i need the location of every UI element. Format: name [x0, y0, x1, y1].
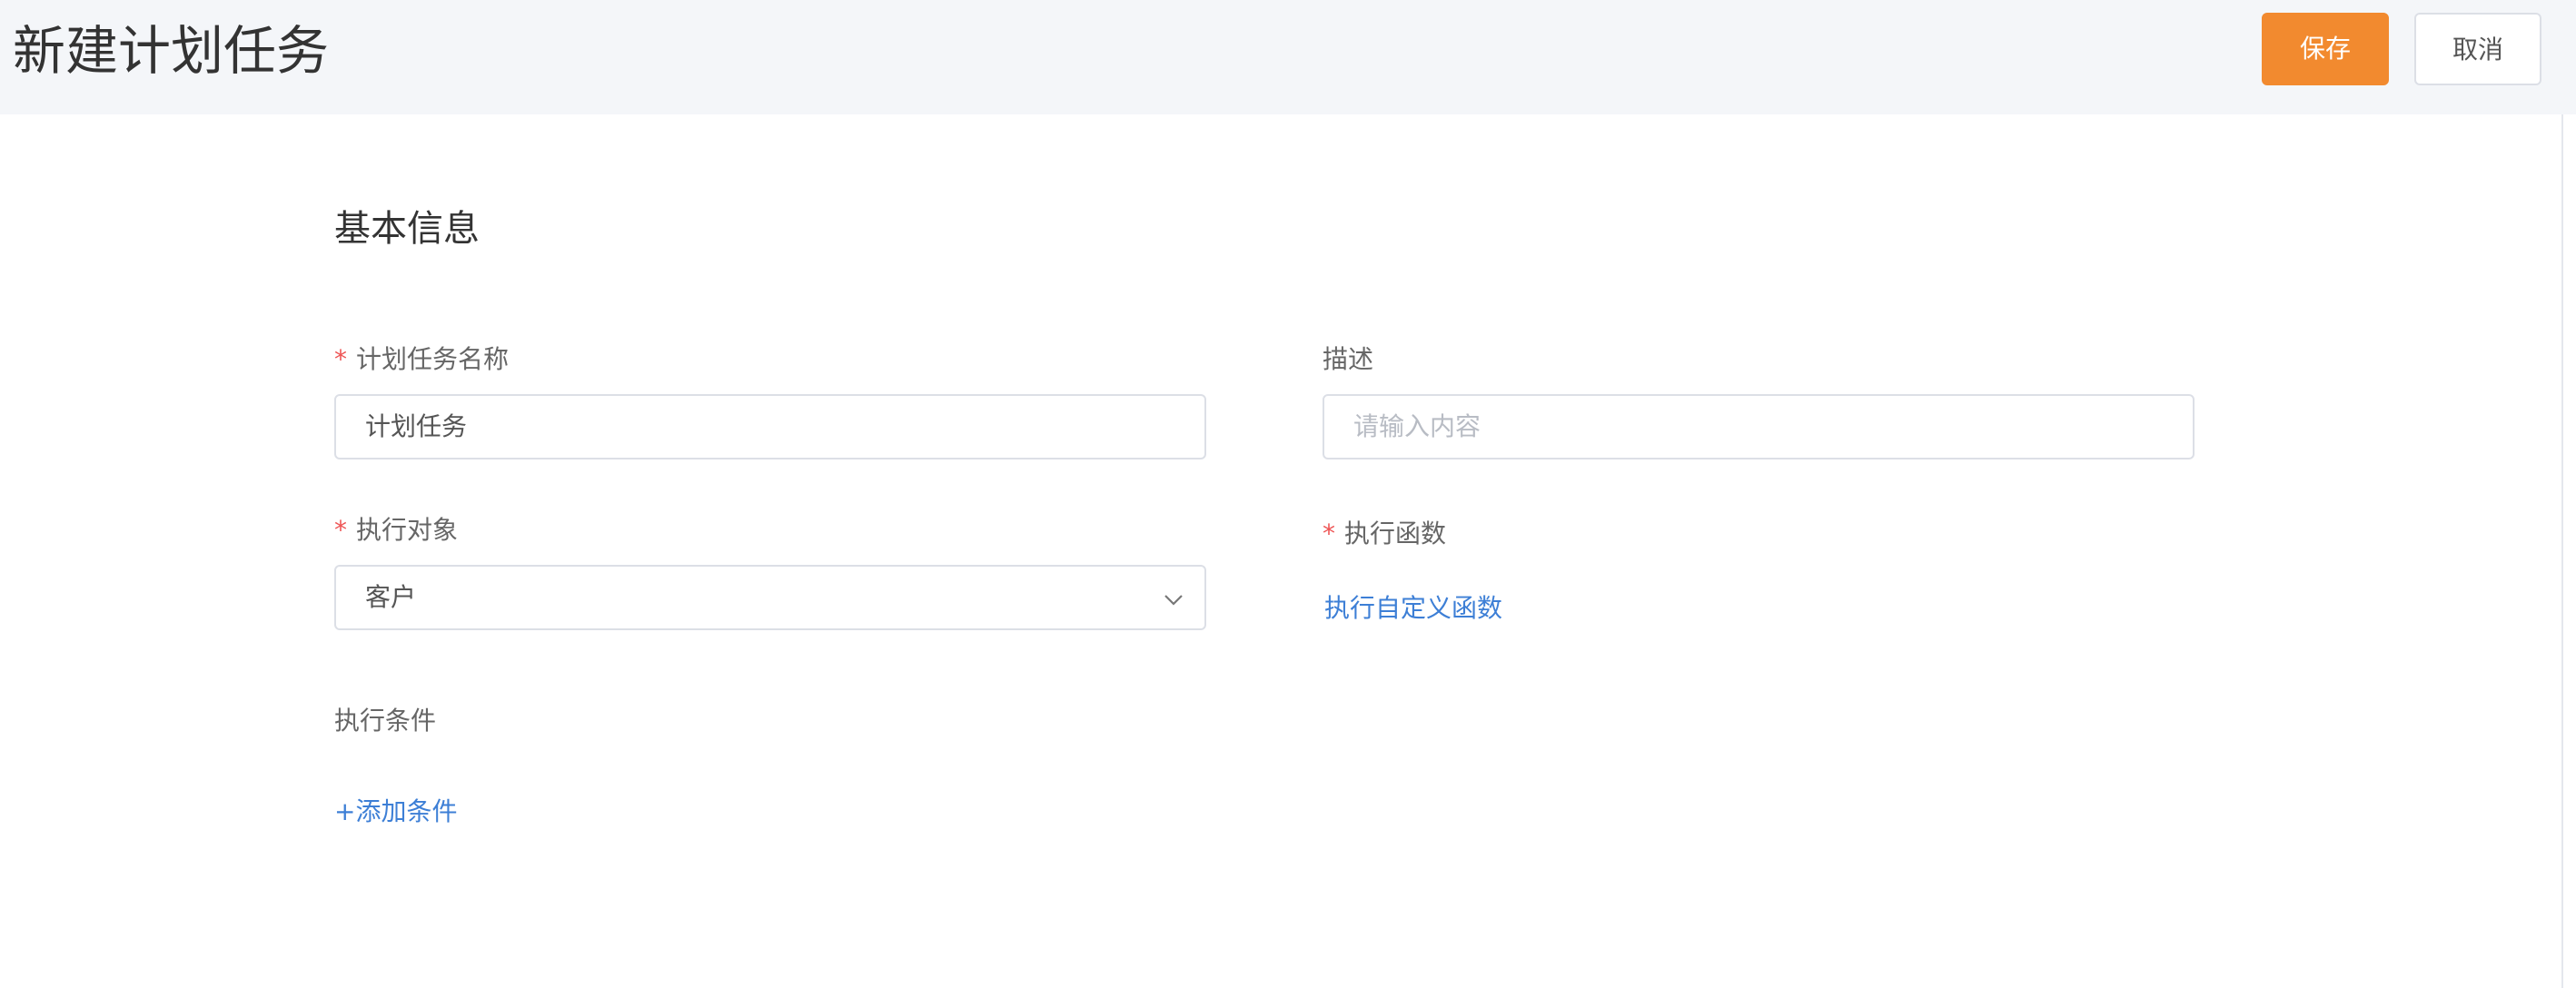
function-label-text: 执行函数 — [1344, 519, 1447, 548]
condition-label: 执行条件 — [334, 706, 437, 736]
page-header: 新建计划任务 保存 取消 — [0, 0, 2576, 114]
page-title: 新建计划任务 — [13, 20, 330, 82]
target-label: * 执行对象 — [334, 512, 458, 548]
function-label: * 执行函数 — [1323, 516, 1446, 552]
task-name-label: * 计划任务名称 — [334, 341, 509, 378]
target-label-text: 执行对象 — [356, 515, 459, 545]
section-title: 基本信息 — [334, 208, 480, 250]
chevron-down-icon — [1164, 595, 1183, 606]
task-name-label-text: 计划任务名称 — [356, 344, 510, 374]
description-label: 描述 — [1323, 344, 1374, 374]
save-button[interactable]: 保存 — [2262, 13, 2389, 85]
required-marker: * — [334, 515, 347, 545]
target-select-value: 客户 — [365, 582, 417, 612]
cancel-button[interactable]: 取消 — [2414, 13, 2541, 85]
description-input[interactable]: 请输入内容 — [1323, 394, 2195, 459]
add-condition-link[interactable]: +添加条件 — [334, 794, 457, 830]
required-marker: * — [334, 344, 347, 374]
task-name-input[interactable]: 计划任务 — [334, 394, 1206, 459]
target-select[interactable]: 客户 — [334, 565, 1206, 630]
required-marker: * — [1323, 519, 1335, 548]
scrollbar-track[interactable] — [2561, 114, 2563, 988]
custom-function-link[interactable]: 执行自定义函数 — [1324, 590, 1502, 627]
